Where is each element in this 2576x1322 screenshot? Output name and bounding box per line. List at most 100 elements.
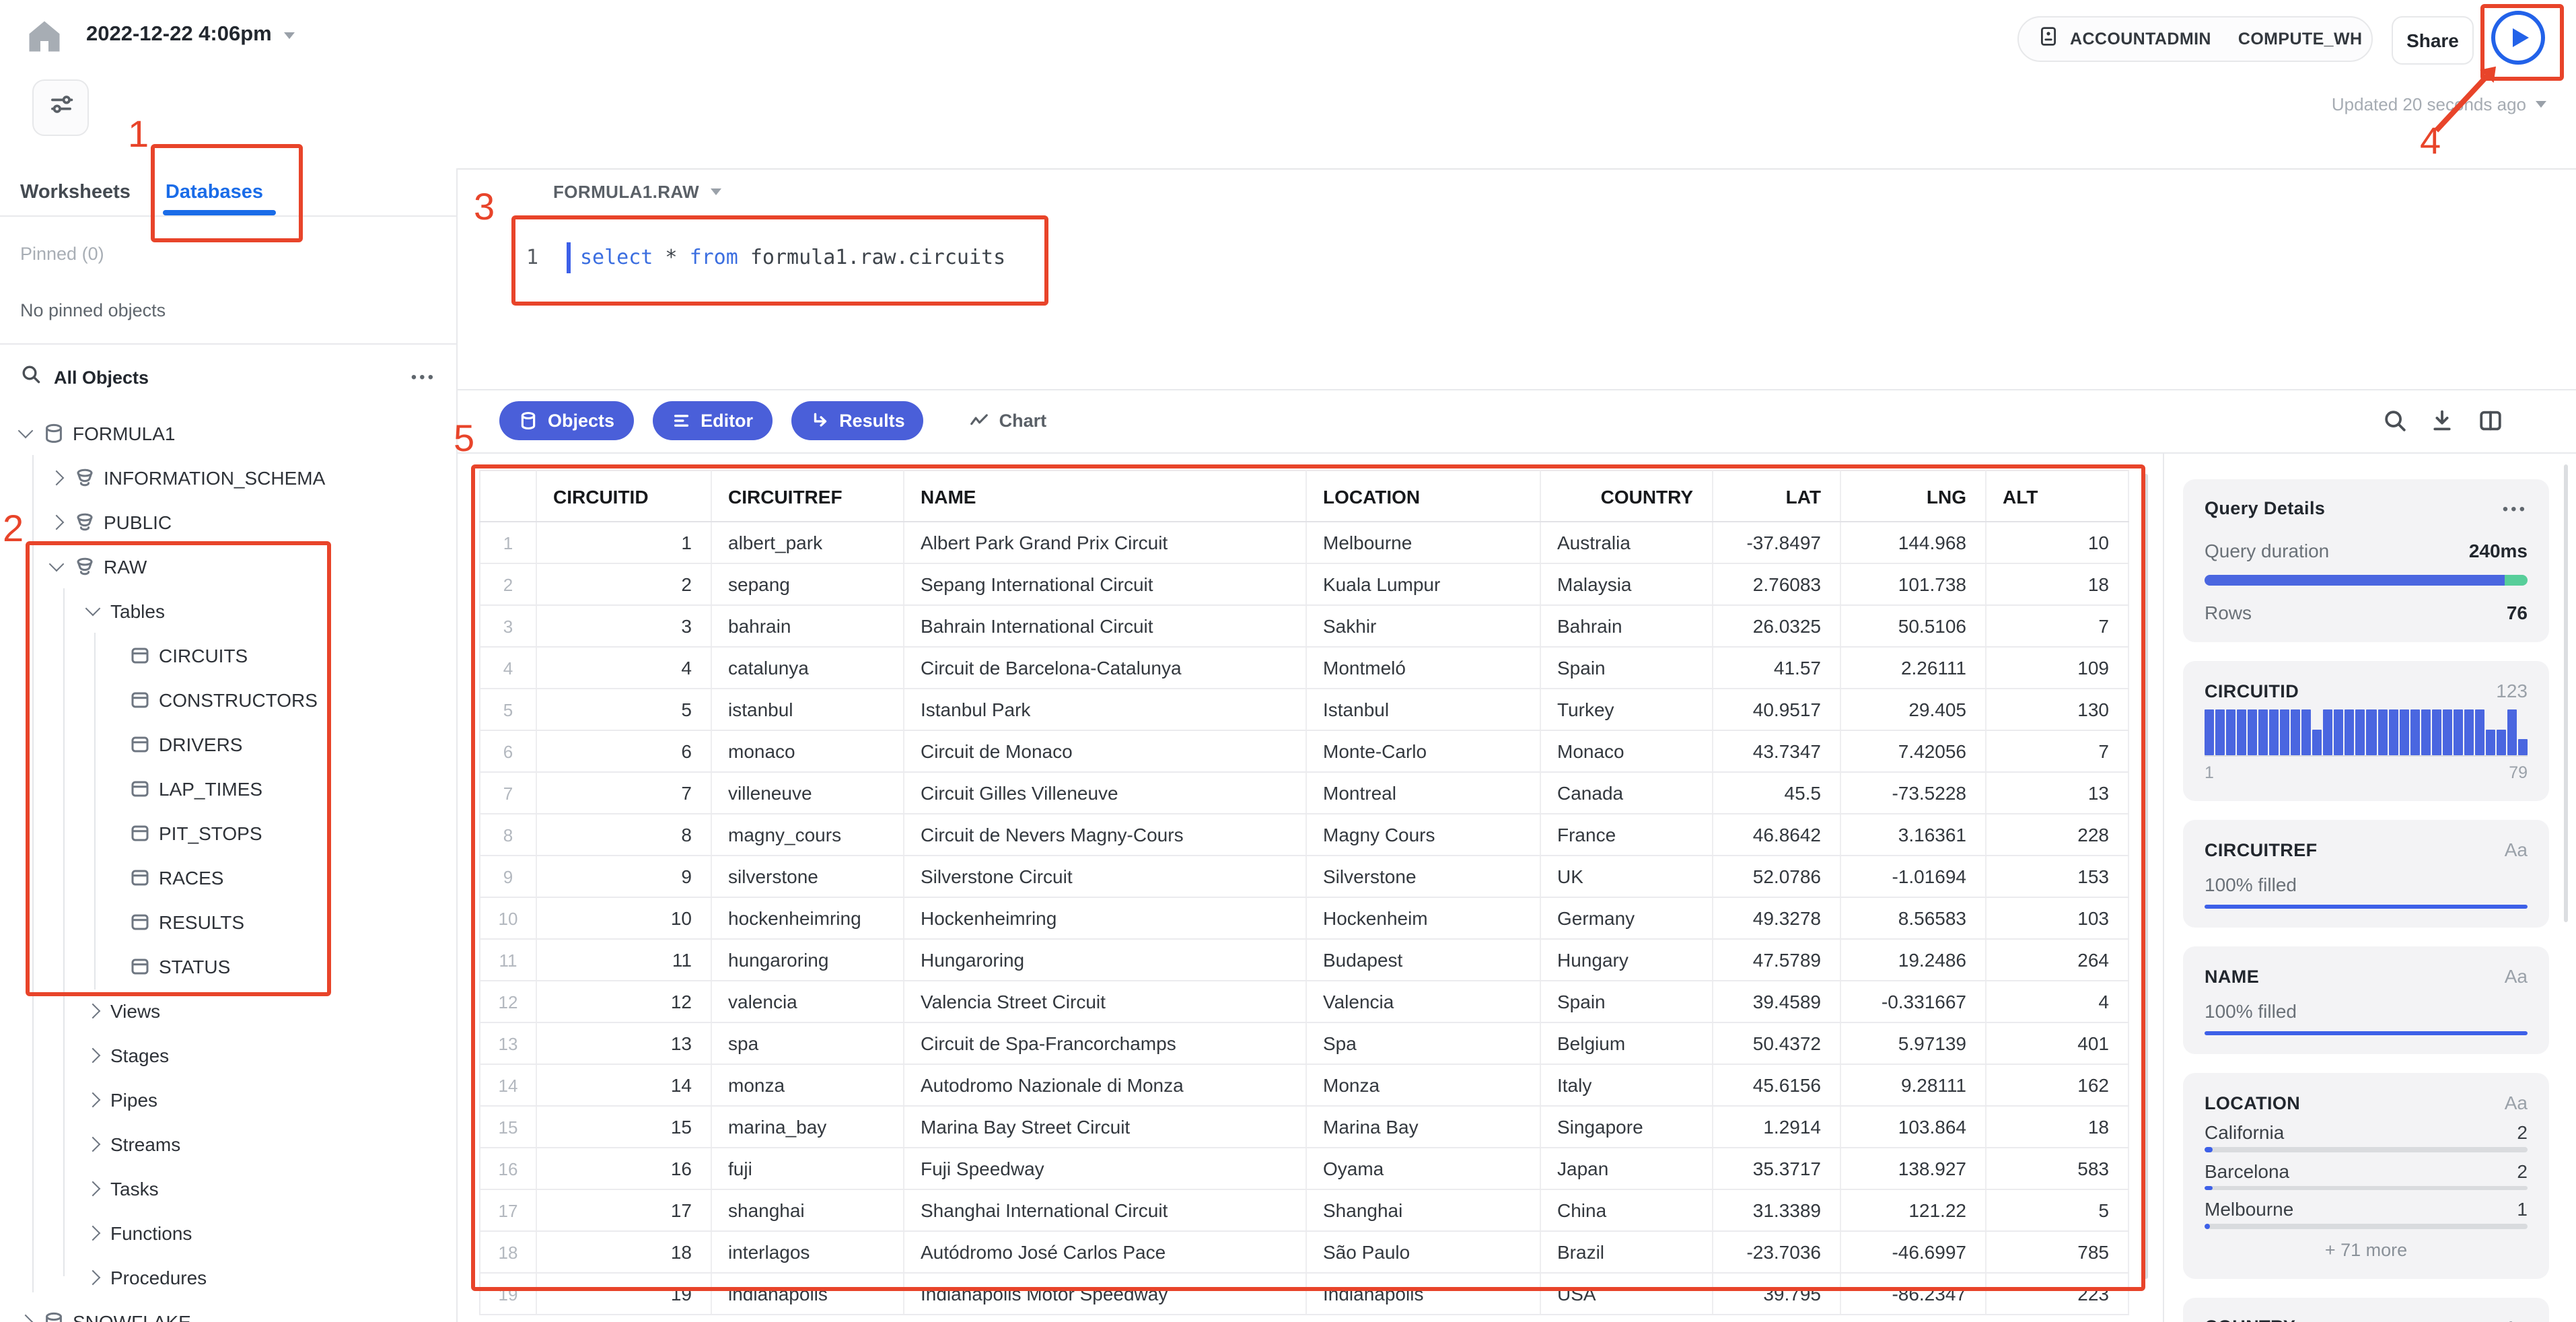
cell-name[interactable]: Autódromo José Carlos Pace xyxy=(904,1231,1307,1274)
column-header[interactable]: LOCATION xyxy=(1306,471,1541,522)
cell-lat[interactable]: 52.0786 xyxy=(1713,856,1841,898)
cell-circuitid[interactable]: 2 xyxy=(536,563,712,606)
cell-country[interactable]: Spain xyxy=(1540,647,1713,689)
cell-circuitid[interactable]: 10 xyxy=(536,897,712,940)
column-header[interactable]: LNG xyxy=(1840,471,1987,522)
cell-lng[interactable]: 8.56583 xyxy=(1840,897,1987,940)
tree-item[interactable]: RESULTS xyxy=(0,899,456,944)
cell-name[interactable]: Circuit de Spa-Francorchamps xyxy=(904,1022,1307,1065)
cell-name[interactable]: Circuit de Nevers Magny-Cours xyxy=(904,814,1307,856)
cell-location[interactable]: Melbourne xyxy=(1306,522,1541,564)
cell-name[interactable]: Shanghai International Circuit xyxy=(904,1189,1307,1232)
cell-country[interactable]: China xyxy=(1540,1189,1713,1232)
cell-alt[interactable]: 583 xyxy=(1986,1148,2129,1190)
cell-alt[interactable]: 10 xyxy=(1986,522,2129,564)
cell-lng[interactable]: 101.738 xyxy=(1840,563,1987,606)
cell-location[interactable]: Monza xyxy=(1306,1064,1541,1107)
cell-circuitref[interactable]: shanghai xyxy=(711,1189,904,1232)
cell-country[interactable]: Monaco xyxy=(1540,730,1713,773)
cell-circuitref[interactable]: silverstone xyxy=(711,856,904,898)
tree-item[interactable]: Functions xyxy=(0,1210,456,1255)
row-number-cell[interactable]: 12 xyxy=(480,981,537,1023)
tree-item[interactable]: FORMULA1 xyxy=(0,411,456,455)
cell-location[interactable]: Montreal xyxy=(1306,772,1541,814)
cell-country[interactable]: Hungary xyxy=(1540,939,1713,981)
cell-lat[interactable]: 2.76083 xyxy=(1713,563,1841,606)
row-number-cell[interactable]: 5 xyxy=(480,689,537,731)
home-button[interactable] xyxy=(24,16,65,57)
cell-name[interactable]: Istanbul Park xyxy=(904,689,1307,731)
cell-circuitid[interactable]: 4 xyxy=(536,647,712,689)
cell-circuitref[interactable]: hockenheimring xyxy=(711,897,904,940)
cell-alt[interactable]: 18 xyxy=(1986,1106,2129,1148)
cell-circuitref[interactable]: spa xyxy=(711,1022,904,1065)
row-number-cell[interactable]: 4 xyxy=(480,647,537,689)
cell-circuitref[interactable]: villeneuve xyxy=(711,772,904,814)
cell-lat[interactable]: -37.8497 xyxy=(1713,522,1841,564)
row-number-cell[interactable]: 15 xyxy=(480,1106,537,1148)
cell-name[interactable]: Valencia Street Circuit xyxy=(904,981,1307,1023)
cell-alt[interactable]: 7 xyxy=(1986,605,2129,648)
cell-circuitid[interactable]: 7 xyxy=(536,772,712,814)
row-number-cell[interactable]: 8 xyxy=(480,814,537,856)
cell-alt[interactable]: 785 xyxy=(1986,1231,2129,1274)
cell-lng[interactable]: 29.405 xyxy=(1840,689,1987,731)
cell-circuitref[interactable]: interlagos xyxy=(711,1231,904,1274)
cell-name[interactable]: Silverstone Circuit xyxy=(904,856,1307,898)
row-number-cell[interactable]: 19 xyxy=(480,1273,537,1315)
column-header[interactable]: LAT xyxy=(1713,471,1841,522)
cell-lat[interactable]: 43.7347 xyxy=(1713,730,1841,773)
cell-country[interactable]: Brazil xyxy=(1540,1231,1713,1274)
cell-alt[interactable]: 130 xyxy=(1986,689,2129,731)
cell-location[interactable]: Monte-Carlo xyxy=(1306,730,1541,773)
cell-lat[interactable]: 35.3717 xyxy=(1713,1148,1841,1190)
worksheet-title-dropdown[interactable]: 2022-12-22 4:06pm xyxy=(86,23,295,47)
more-values-link[interactable]: + 71 more xyxy=(2205,1239,2528,1259)
tree-item[interactable]: INFORMATION_SCHEMA xyxy=(0,455,456,499)
row-number-cell[interactable]: 11 xyxy=(480,939,537,981)
cell-circuitref[interactable]: valencia xyxy=(711,981,904,1023)
cell-lat[interactable]: 41.57 xyxy=(1713,647,1841,689)
tree-item[interactable]: STATUS xyxy=(0,944,456,988)
chevron-icon[interactable] xyxy=(85,1091,101,1107)
cell-lng[interactable]: -73.5228 xyxy=(1840,772,1987,814)
cell-lat[interactable]: 39.795 xyxy=(1713,1273,1841,1315)
cell-name[interactable]: Albert Park Grand Prix Circuit xyxy=(904,522,1307,564)
panel-scrollbar[interactable] xyxy=(2564,464,2568,922)
cell-alt[interactable]: 162 xyxy=(1986,1064,2129,1107)
tree-item[interactable]: Tasks xyxy=(0,1166,456,1210)
chevron-icon[interactable] xyxy=(85,1269,101,1285)
row-number-cell[interactable]: 13 xyxy=(480,1022,537,1065)
cell-location[interactable]: Istanbul xyxy=(1306,689,1541,731)
tree-item[interactable]: DRIVERS xyxy=(0,722,456,766)
chevron-icon[interactable] xyxy=(48,556,65,572)
cell-circuitref[interactable]: indianapolis xyxy=(711,1273,904,1315)
cell-lng[interactable]: 138.927 xyxy=(1840,1148,1987,1190)
cell-lat[interactable]: 45.6156 xyxy=(1713,1064,1841,1107)
row-number-cell[interactable]: 10 xyxy=(480,897,537,940)
cell-circuitid[interactable]: 15 xyxy=(536,1106,712,1148)
cell-location[interactable]: Valencia xyxy=(1306,981,1541,1023)
row-number-cell[interactable]: 17 xyxy=(480,1189,537,1232)
cell-circuitref[interactable]: bahrain xyxy=(711,605,904,648)
cell-circuitref[interactable]: sepang xyxy=(711,563,904,606)
cell-circuitid[interactable]: 1 xyxy=(536,522,712,564)
cell-lng[interactable]: 7.42056 xyxy=(1840,730,1987,773)
chevron-icon[interactable] xyxy=(85,1180,101,1196)
cell-circuitref[interactable]: magny_cours xyxy=(711,814,904,856)
cell-lat[interactable]: 31.3389 xyxy=(1713,1189,1841,1232)
row-number-cell[interactable]: 1 xyxy=(480,522,537,564)
row-number-cell[interactable]: 14 xyxy=(480,1064,537,1107)
cell-circuitref[interactable]: monza xyxy=(711,1064,904,1107)
cell-alt[interactable]: 13 xyxy=(1986,772,2129,814)
cell-location[interactable]: Marina Bay xyxy=(1306,1106,1541,1148)
cell-lng[interactable]: 5.97139 xyxy=(1840,1022,1987,1065)
cell-lng[interactable]: 19.2486 xyxy=(1840,939,1987,981)
filters-button[interactable] xyxy=(32,79,89,136)
cell-circuitid[interactable]: 13 xyxy=(536,1022,712,1065)
cell-name[interactable]: Marina Bay Street Circuit xyxy=(904,1106,1307,1148)
cell-country[interactable]: Germany xyxy=(1540,897,1713,940)
sidebar-tab[interactable]: Worksheets xyxy=(20,181,131,203)
cell-circuitid[interactable]: 17 xyxy=(536,1189,712,1232)
cell-lat[interactable]: 26.0325 xyxy=(1713,605,1841,648)
